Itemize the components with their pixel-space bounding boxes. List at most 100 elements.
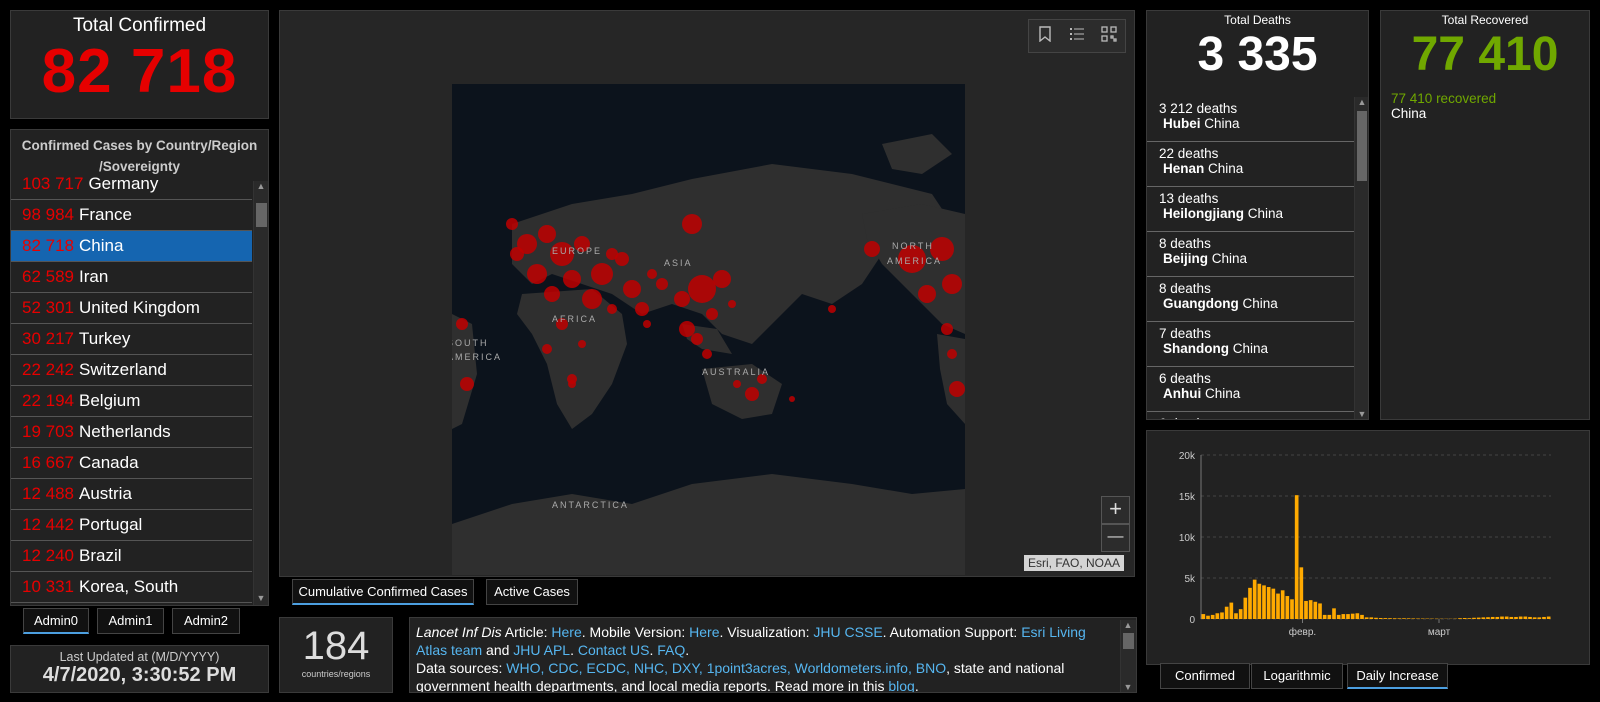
chart-bar[interactable] <box>1238 609 1243 619</box>
legend-list-icon[interactable] <box>1066 26 1088 47</box>
chart-bar[interactable] <box>1481 617 1486 619</box>
country-list[interactable]: 103 717 Germany 98 984 France 82 718 China 62 … <box>11 175 252 603</box>
chart-bar[interactable] <box>1252 579 1257 619</box>
link-jhu-apl[interactable]: JHU APL <box>513 642 570 658</box>
link-blog[interactable]: blog <box>888 678 914 692</box>
chart-bar[interactable] <box>1257 583 1262 619</box>
chart-bar[interactable] <box>1215 613 1220 619</box>
tab-active-cases[interactable]: Active Cases <box>486 579 578 605</box>
info-scrollbar[interactable]: ▲ ▼ <box>1120 620 1136 692</box>
scrollbar-thumb[interactable] <box>1123 633 1134 649</box>
country-row[interactable]: 22 194 Belgium <box>11 386 252 417</box>
chart-bar[interactable] <box>1341 614 1346 619</box>
bookmark-icon[interactable] <box>1034 25 1056 47</box>
link-here-article[interactable]: Here <box>551 624 581 640</box>
country-row[interactable]: 103 717 Germany <box>11 175 252 200</box>
death-row[interactable]: 8 deaths Beijing China <box>1147 232 1355 277</box>
chart-bar[interactable] <box>1346 614 1350 619</box>
chart-bar[interactable] <box>1290 599 1294 619</box>
chart-bar[interactable] <box>1355 613 1360 619</box>
scroll-down-icon[interactable]: ▼ <box>1121 682 1135 692</box>
link-contact-us[interactable]: Contact US <box>578 642 650 658</box>
tab-confirmed[interactable]: Confirmed <box>1160 663 1250 689</box>
qr-grid-icon[interactable] <box>1098 25 1120 47</box>
chart-bar[interactable] <box>1276 593 1280 619</box>
link-faq[interactable]: FAQ <box>657 642 685 658</box>
chart-bar[interactable] <box>1299 567 1304 619</box>
chart-bar[interactable] <box>1369 617 1374 619</box>
chart-bar[interactable] <box>1220 612 1224 619</box>
scroll-up-icon[interactable]: ▲ <box>1121 620 1135 630</box>
tab-logarithmic[interactable]: Logarithmic <box>1251 663 1343 689</box>
chart-bar[interactable] <box>1308 600 1313 619</box>
country-list-scrollbar[interactable]: ▲ ▼ <box>253 181 268 605</box>
chart-bar[interactable] <box>1514 616 1518 619</box>
chart-bar[interactable] <box>1304 600 1308 619</box>
chart-bar[interactable] <box>1294 495 1299 619</box>
chart-bar[interactable] <box>1285 596 1290 619</box>
tab-admin0[interactable]: Admin0 <box>23 608 89 634</box>
link-data-sources[interactable]: WHO, CDC, ECDC, NHC, DXY, 1point3acres, … <box>506 660 946 676</box>
chart-bar[interactable] <box>1411 618 1416 619</box>
chart-bar[interactable] <box>1350 613 1355 619</box>
chart-bar[interactable] <box>1224 606 1229 619</box>
chart-bar[interactable] <box>1271 588 1276 619</box>
scroll-down-icon[interactable]: ▼ <box>254 593 268 603</box>
chart-bar[interactable] <box>1392 618 1397 619</box>
death-row[interactable]: 22 deaths Henan China <box>1147 142 1355 187</box>
chart-bar[interactable] <box>1537 617 1542 619</box>
chart-bar[interactable] <box>1262 585 1266 619</box>
chart-bar[interactable] <box>1360 614 1364 619</box>
chart-bar[interactable] <box>1518 616 1523 619</box>
deaths-list[interactable]: 3 212 deaths Hubei China 22 deaths Henan Ch… <box>1147 97 1355 419</box>
chart-bar[interactable] <box>1406 618 1411 619</box>
chart-bar[interactable] <box>1280 590 1285 619</box>
chart-bar[interactable] <box>1383 618 1388 619</box>
chart-bar[interactable] <box>1201 614 1206 619</box>
chart-bar[interactable] <box>1364 617 1369 619</box>
scroll-up-icon[interactable]: ▲ <box>1355 97 1368 107</box>
deaths-scrollbar[interactable]: ▲ ▼ <box>1354 97 1368 419</box>
chart-bar[interactable] <box>1397 618 1402 619</box>
chart-bar[interactable] <box>1229 602 1234 619</box>
tab-daily-increase[interactable]: Daily Increase <box>1347 663 1448 689</box>
scroll-down-icon[interactable]: ▼ <box>1355 409 1368 419</box>
chart-bar[interactable] <box>1210 614 1215 619</box>
link-jhu-csse[interactable]: JHU CSSE <box>813 624 882 640</box>
country-row[interactable]: 12 240 Brazil <box>11 541 252 572</box>
zoom-out-button[interactable]: — <box>1101 524 1130 552</box>
chart-bar[interactable] <box>1327 614 1332 619</box>
chart-bar[interactable] <box>1542 616 1546 619</box>
chart-bar[interactable] <box>1332 608 1336 619</box>
chart-bar[interactable] <box>1388 618 1392 619</box>
chart-bar[interactable] <box>1374 617 1378 619</box>
country-row[interactable]: 52 301 United Kingdom <box>11 293 252 324</box>
chart-bar[interactable] <box>1378 618 1383 619</box>
country-row[interactable]: 62 589 Iran <box>11 262 252 293</box>
chart-bar[interactable] <box>1486 617 1490 619</box>
chart-bar[interactable] <box>1495 616 1500 619</box>
scroll-up-icon[interactable]: ▲ <box>254 181 268 191</box>
country-row[interactable]: 19 703 Netherlands <box>11 417 252 448</box>
chart-bar[interactable] <box>1523 616 1528 619</box>
chart-bar[interactable] <box>1546 616 1551 619</box>
death-row[interactable]: 6 deaths <box>1147 412 1355 419</box>
scrollbar-thumb[interactable] <box>1357 111 1367 181</box>
country-row[interactable]: 12 488 Austria <box>11 479 252 510</box>
chart-bar[interactable] <box>1322 614 1327 619</box>
chart-bar[interactable] <box>1462 618 1467 619</box>
death-row[interactable]: 7 deaths Shandong China <box>1147 322 1355 367</box>
chart-bar[interactable] <box>1266 587 1271 619</box>
chart-bar[interactable] <box>1206 615 1210 619</box>
chart-bar[interactable] <box>1472 617 1476 619</box>
country-row[interactable]: 82 718 China <box>11 231 252 262</box>
country-row[interactable]: 98 984 France <box>11 200 252 231</box>
death-row[interactable]: 13 deaths Heilongjiang China <box>1147 187 1355 232</box>
chart-bar[interactable] <box>1402 618 1406 619</box>
chart-bar[interactable] <box>1336 614 1341 619</box>
chart-bar[interactable] <box>1509 616 1514 619</box>
chart-bar[interactable] <box>1458 618 1462 619</box>
country-row[interactable]: 30 217 Turkey <box>11 324 252 355</box>
chart-bar[interactable] <box>1528 616 1532 619</box>
country-row[interactable]: 12 442 Portugal <box>11 510 252 541</box>
